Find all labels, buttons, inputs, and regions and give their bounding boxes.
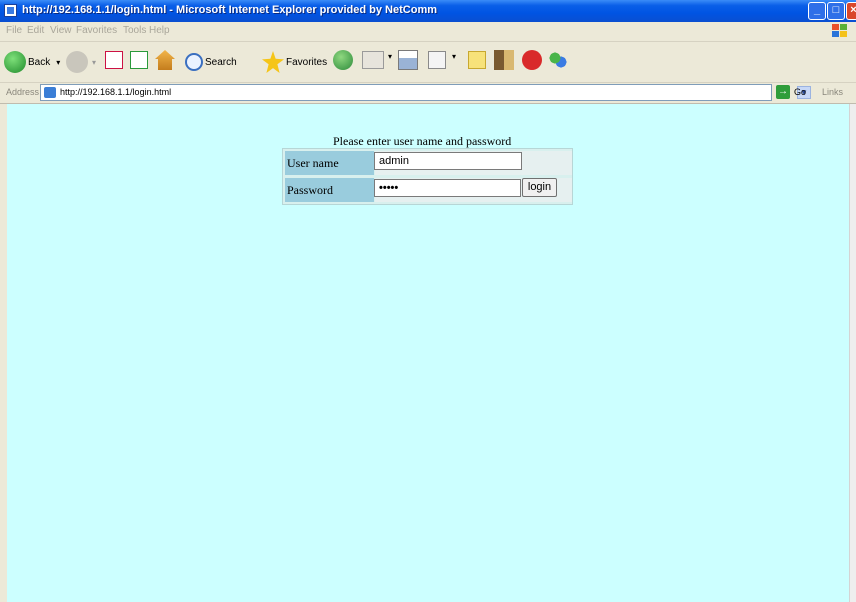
go-arrow-icon: → [776,85,790,99]
mail-dropdown-icon[interactable]: ▾ [388,52,396,74]
password-input[interactable]: ••••• [374,179,521,197]
menu-view[interactable]: View [50,25,72,36]
forward-button[interactable]: ▾ [66,50,96,74]
search-icon [185,53,203,71]
page-icon [44,87,56,98]
window-border-left [0,104,7,602]
back-dropdown-icon[interactable]: ▾ [56,58,60,67]
search-button[interactable]: Search [185,50,237,74]
forward-dropdown-icon[interactable]: ▾ [92,58,96,67]
favorites-button[interactable]: Favorites [262,50,327,74]
login-heading: Please enter user name and password [333,134,512,148]
edit-icon[interactable] [428,51,446,69]
edit-dropdown-icon[interactable]: ▾ [452,52,460,74]
minimize-button[interactable]: _ [808,2,826,20]
history-icon[interactable] [333,50,353,70]
menu-bar: File Edit View Favorites Tools Help [0,22,856,42]
back-arrow-icon [4,51,26,73]
title-bar: http://192.168.1.1/login.html - Microsof… [0,0,856,22]
home-icon[interactable] [155,50,175,70]
menu-tools[interactable]: Tools [123,25,146,36]
research-icon[interactable] [494,50,514,70]
mail-icon[interactable] [362,51,384,69]
address-label: Address [6,87,40,97]
username-input[interactable]: admin [374,152,522,170]
menu-edit[interactable]: Edit [27,25,44,36]
menu-file[interactable]: File [6,25,22,36]
vertical-scrollbar[interactable] [849,104,856,602]
stop-icon[interactable] [105,51,123,69]
address-url: http://192.168.1.1/login.html [60,87,172,97]
menu-favorites[interactable]: Favorites [76,25,117,36]
back-button[interactable]: Back ▾ [4,50,60,74]
refresh-icon[interactable] [130,51,148,69]
password-label: Password [285,178,374,202]
address-bar: Address http://192.168.1.1/login.html ▼ … [0,83,856,104]
ie-page-icon [4,4,17,17]
maximize-button[interactable]: □ [827,2,845,20]
discuss-icon[interactable] [468,51,486,69]
go-button[interactable]: → Go [776,85,806,99]
msn-icon[interactable] [548,50,568,70]
username-label: User name [285,151,374,175]
address-input[interactable]: http://192.168.1.1/login.html ▼ [40,84,811,101]
close-button[interactable]: × [846,2,856,20]
links-button[interactable]: Links [822,87,843,97]
window-title: http://192.168.1.1/login.html - Microsof… [22,4,438,16]
toolbar: Back ▾ ▾ Search Favorites ▾ ▾ [0,42,856,83]
messenger-icon[interactable] [522,50,542,70]
star-icon [262,51,284,73]
windows-logo-icon [832,24,848,38]
login-button[interactable]: login [522,178,557,197]
forward-arrow-icon [66,51,88,73]
menu-help[interactable]: Help [149,25,170,36]
print-icon[interactable] [398,50,418,70]
